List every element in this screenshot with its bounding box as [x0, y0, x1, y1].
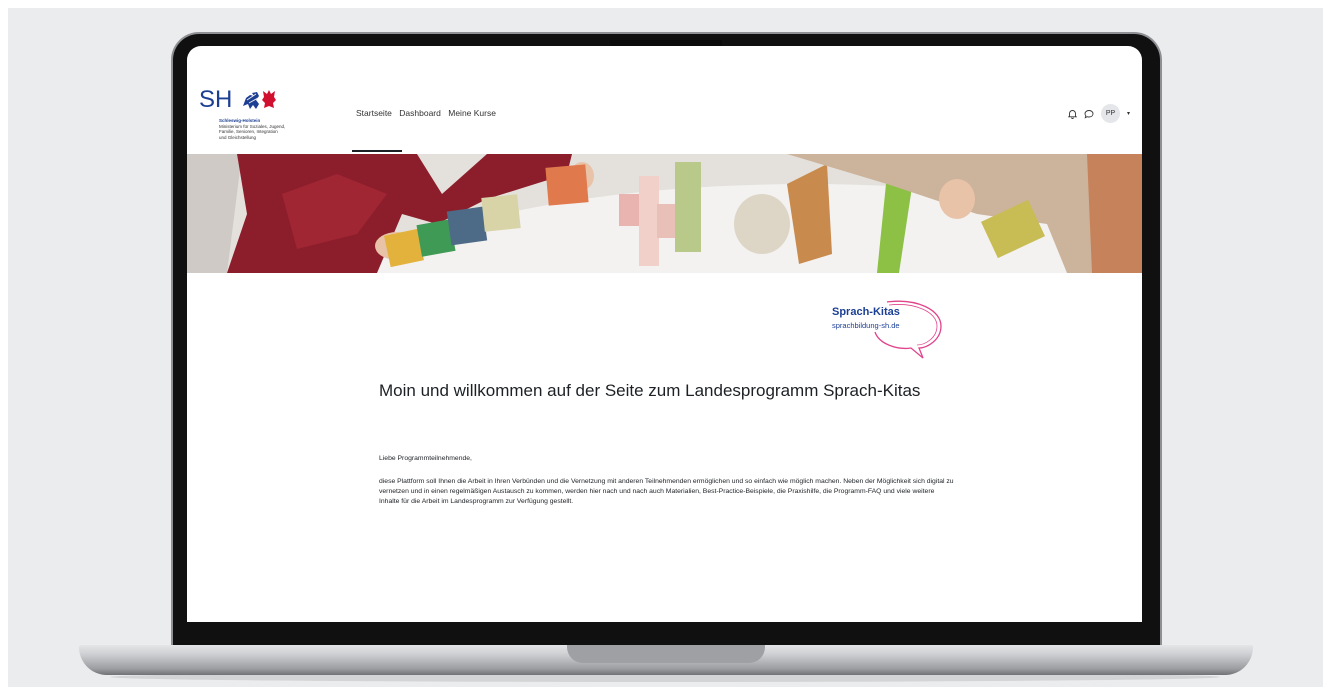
- laptop-base-groove: [567, 645, 765, 663]
- intro-paragraph: diese Plattform soll Ihnen die Arbeit in…: [379, 478, 954, 505]
- nav-item-dashboard[interactable]: Dashboard: [399, 108, 441, 118]
- ministry-line: Familie, Senioren, Integration: [219, 129, 278, 135]
- nav-item-startseite[interactable]: Startseite: [356, 108, 392, 118]
- user-avatar[interactable]: PP: [1100, 104, 1120, 123]
- chat-icon[interactable]: [1084, 109, 1094, 119]
- active-nav-indicator: [352, 150, 402, 152]
- logo-wordmark: SH: [199, 86, 233, 113]
- header-actions: PP ▾: [1067, 104, 1130, 123]
- hero-banner-image: [187, 154, 1142, 273]
- ministry-text: Schleswig-Holstein Ministerium für Sozia…: [219, 118, 339, 140]
- primary-navigation: Startseite Dashboard Meine Kurse: [356, 108, 501, 118]
- greeting-text: Liebe Programmteilnehmende,: [379, 455, 472, 462]
- page-heading: Moin und willkommen auf der Seite zum La…: [379, 381, 921, 400]
- nav-item-meine-kurse[interactable]: Meine Kurse: [448, 108, 496, 118]
- sprach-kitas-title: Sprach-Kitas: [832, 306, 900, 318]
- bell-icon[interactable]: [1067, 109, 1077, 119]
- site-logo[interactable]: SH Schleswig-Holstein Ministerium für So…: [199, 86, 286, 140]
- state-crest-icon: [242, 90, 276, 109]
- ministry-line: Ministerium für Soziales, Jugend,: [219, 123, 286, 129]
- logo-state-name: Schleswig-Holstein: [219, 118, 261, 123]
- sprach-kitas-logo: Sprach-Kitas sprachbildung-sh.de: [827, 296, 947, 360]
- ministry-line: und Gleichstellung: [219, 134, 257, 140]
- sprach-kitas-url: sprachbildung-sh.de: [832, 321, 900, 330]
- laptop-screen: SH Schleswig-Holstein Ministerium für So…: [187, 46, 1142, 622]
- chevron-down-icon[interactable]: ▾: [1127, 110, 1130, 117]
- banner-illustration: [187, 154, 1142, 273]
